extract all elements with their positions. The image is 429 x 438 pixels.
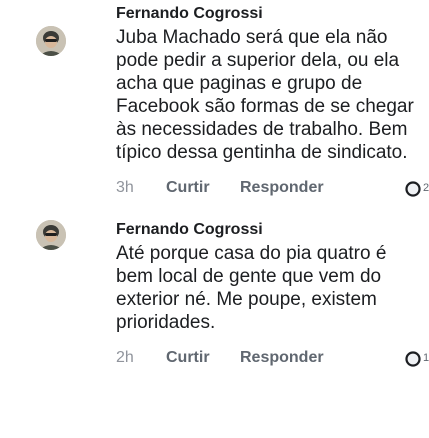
like-button[interactable]: Curtir (166, 176, 210, 200)
comment-text: Juba Machado será que ela não pode pedir… (116, 27, 414, 163)
reaction-summary[interactable]: 1 (404, 346, 429, 373)
avatar[interactable] (36, 26, 66, 56)
reaction-icon (405, 351, 421, 367)
comment-thread: Fernando Cogrossi Juba Machado será que … (0, 0, 429, 438)
avatar[interactable] (36, 220, 66, 250)
reaction-count: 1 (423, 352, 429, 364)
comment-author[interactable]: Fernando Cogrossi (116, 4, 417, 24)
comment-author[interactable]: Fernando Cogrossi (116, 220, 417, 240)
reaction-summary[interactable]: 2 (404, 176, 429, 203)
user-avatar-icon (36, 220, 66, 250)
reaction-icon (405, 181, 421, 197)
reaction-count: 2 (423, 182, 429, 194)
comment-timestamp[interactable]: 3h (116, 176, 134, 200)
comment-text: Até porque casa do pia quatro é bem loca… (116, 243, 387, 333)
like-button[interactable]: Curtir (166, 346, 210, 370)
comment-body: Fernando Cogrossi Juba Machado será que … (116, 4, 429, 200)
user-avatar-icon (36, 26, 66, 56)
reply-button[interactable]: Responder (240, 176, 324, 200)
comment-actions: 2h Curtir Responder 1 (116, 346, 429, 370)
comment-body: Fernando Cogrossi Até porque casa do pia… (116, 220, 429, 370)
reply-button[interactable]: Responder (240, 346, 324, 370)
comment-timestamp[interactable]: 2h (116, 346, 134, 370)
comment-actions: 3h Curtir Responder 2 (116, 176, 429, 200)
